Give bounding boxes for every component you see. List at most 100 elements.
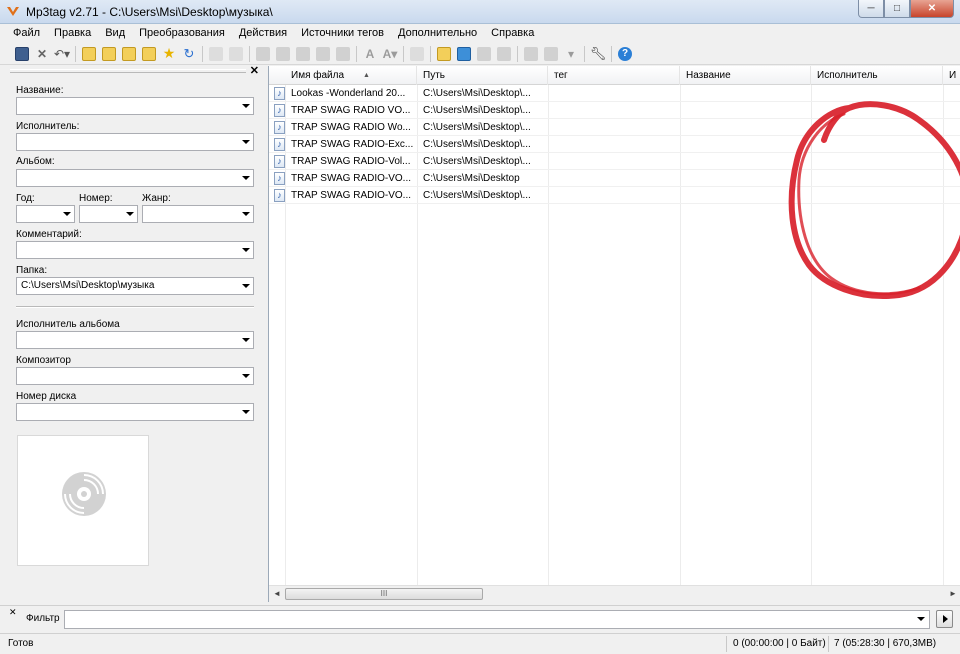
autonumber-icon[interactable]: [333, 45, 353, 63]
maximize-button[interactable]: □: [884, 0, 910, 18]
status-separator: [726, 636, 727, 652]
comment-label: Комментарий:: [16, 229, 82, 240]
toolbar-separator: [517, 45, 518, 62]
cover-art-box[interactable]: [17, 435, 149, 566]
table-row[interactable]: ♪ TRAP SWAG RADIO-VO... C:\Users\Msi\Des…: [269, 170, 960, 187]
menu-help[interactable]: Справка: [484, 24, 541, 43]
status-total: 7 (05:28:30 | 670,3MB): [834, 638, 937, 649]
col-path[interactable]: Путь: [417, 66, 548, 85]
genre-field[interactable]: [142, 205, 254, 223]
menu-file[interactable]: Файл: [6, 24, 47, 43]
case-convert-icon[interactable]: A: [360, 45, 380, 63]
extended-tags-icon[interactable]: A▾: [380, 45, 400, 63]
add-dir-icon[interactable]: [99, 45, 119, 63]
favorites-star-icon[interactable]: ★: [159, 45, 179, 63]
album-artist-field[interactable]: [16, 331, 254, 349]
actions-run-icon[interactable]: [541, 45, 561, 63]
audio-file-icon: ♪: [274, 138, 285, 151]
chevron-down-icon: [242, 140, 250, 144]
cover-icon[interactable]: [494, 45, 514, 63]
row-path: C:\Users\Msi\Desktop\...: [423, 190, 531, 201]
tag-panel: ✕ Название: Исполнитель: Альбом: Год: Но…: [6, 64, 261, 604]
table-row[interactable]: ♪ TRAP SWAG RADIO-VO... C:\Users\Msi\Des…: [269, 187, 960, 204]
col-next[interactable]: И: [943, 66, 960, 85]
comment-field[interactable]: [16, 241, 254, 259]
refresh-icon[interactable]: ↻: [179, 45, 199, 63]
row-filename: TRAP SWAG RADIO-VO...: [291, 173, 412, 184]
table-row[interactable]: ♪ TRAP SWAG RADIO-Exc... C:\Users\Msi\De…: [269, 136, 960, 153]
col-filename[interactable]: Имя файла ▲: [285, 66, 417, 85]
menu-bar: Файл Правка Вид Преобразования Действия …: [0, 24, 960, 43]
tag-tag-icon[interactable]: [313, 45, 333, 63]
actions-dropdown-icon[interactable]: ▾: [561, 45, 581, 63]
row-filename: Lookas -Wonderland 20...: [291, 88, 406, 99]
change-dir-icon[interactable]: [79, 45, 99, 63]
scroll-left-button[interactable]: ◄: [269, 586, 285, 602]
undo-icon[interactable]: ↶▾: [52, 45, 72, 63]
filter-input[interactable]: [64, 610, 930, 629]
menu-convert[interactable]: Преобразования: [132, 24, 232, 43]
web-source-icon[interactable]: [474, 45, 494, 63]
audio-file-icon: ♪: [274, 172, 285, 185]
title-field[interactable]: [16, 97, 254, 115]
playlist-icon[interactable]: [454, 45, 474, 63]
options-icon[interactable]: 🔧︎: [588, 45, 608, 63]
copy-icon[interactable]: [206, 45, 226, 63]
menu-edit[interactable]: Правка: [47, 24, 98, 43]
composer-field[interactable]: [16, 367, 254, 385]
table-row[interactable]: ♪ TRAP SWAG RADIO Wo... C:\Users\Msi\Des…: [269, 119, 960, 136]
file-list: Имя файла ▲ Путь тег Название Исполнител…: [268, 66, 960, 602]
table-row[interactable]: ♪ TRAP SWAG RADIO VO... C:\Users\Msi\Des…: [269, 102, 960, 119]
horizontal-scrollbar[interactable]: ◄ III ►: [269, 585, 960, 602]
status-bar: Готов 0 (00:00:00 | 0 Байт) 7 (05:28:30 …: [0, 633, 960, 654]
window-controls: ─ □ ✕: [858, 0, 954, 19]
disc-field[interactable]: [16, 403, 254, 421]
audio-file-icon: ♪: [274, 121, 285, 134]
menu-tag-sources[interactable]: Источники тегов: [294, 24, 391, 43]
actions-icon[interactable]: [521, 45, 541, 63]
col-artist[interactable]: Исполнитель: [811, 66, 943, 85]
panel-grip[interactable]: [10, 69, 246, 73]
filter-apply-button[interactable]: [936, 610, 953, 628]
import-icon[interactable]: [434, 45, 454, 63]
toolbar-separator: [356, 45, 357, 62]
scroll-thumb[interactable]: III: [285, 588, 483, 600]
folder-field[interactable]: C:\Users\Msi\Desktop\музыка: [16, 277, 254, 295]
menu-actions[interactable]: Действия: [232, 24, 294, 43]
tag-filename-icon[interactable]: [253, 45, 273, 63]
close-button[interactable]: ✕: [910, 0, 954, 18]
favorites-icon[interactable]: [139, 45, 159, 63]
artist-field[interactable]: [16, 133, 254, 151]
filename-tag-icon[interactable]: [273, 45, 293, 63]
chevron-down-icon: [242, 284, 250, 288]
row-path: C:\Users\Msi\Desktop\...: [423, 88, 531, 99]
remove-tag-icon[interactable]: ✕: [32, 45, 52, 63]
panel-close-icon[interactable]: ✕: [250, 64, 259, 77]
minimize-button[interactable]: ─: [858, 0, 884, 18]
table-row[interactable]: ♪ TRAP SWAG RADIO-Vol... C:\Users\Msi\De…: [269, 153, 960, 170]
save-playlist-icon[interactable]: [119, 45, 139, 63]
artist-label: Исполнитель:: [16, 121, 80, 132]
row-path: C:\Users\Msi\Desktop\...: [423, 122, 531, 133]
sort-ascending-icon: ▲: [363, 72, 370, 79]
year-field[interactable]: [16, 205, 75, 223]
album-field[interactable]: [16, 169, 254, 187]
toolbar-separator: [249, 45, 250, 62]
col-title[interactable]: Название: [680, 66, 811, 85]
track-field[interactable]: [79, 205, 138, 223]
table-row[interactable]: ♪ Lookas -Wonderland 20... C:\Users\Msi\…: [269, 85, 960, 102]
chevron-down-icon: [242, 104, 250, 108]
col-tag[interactable]: тег: [548, 66, 680, 85]
menu-extra[interactable]: Дополнительно: [391, 24, 484, 43]
title-bar: Mp3tag v2.71 - C:\Users\Msi\Desktop\музы…: [0, 0, 960, 24]
scroll-right-button[interactable]: ►: [945, 586, 960, 602]
menu-view[interactable]: Вид: [98, 24, 132, 43]
audio-file-icon: ♪: [274, 155, 285, 168]
save-icon[interactable]: [12, 45, 32, 63]
help-icon[interactable]: ?: [615, 45, 635, 63]
export-icon[interactable]: [407, 45, 427, 63]
paste-icon[interactable]: [226, 45, 246, 63]
track-label: Номер:: [79, 193, 113, 204]
filter-close-icon[interactable]: ✕: [9, 607, 17, 618]
text-tag-icon[interactable]: [293, 45, 313, 63]
